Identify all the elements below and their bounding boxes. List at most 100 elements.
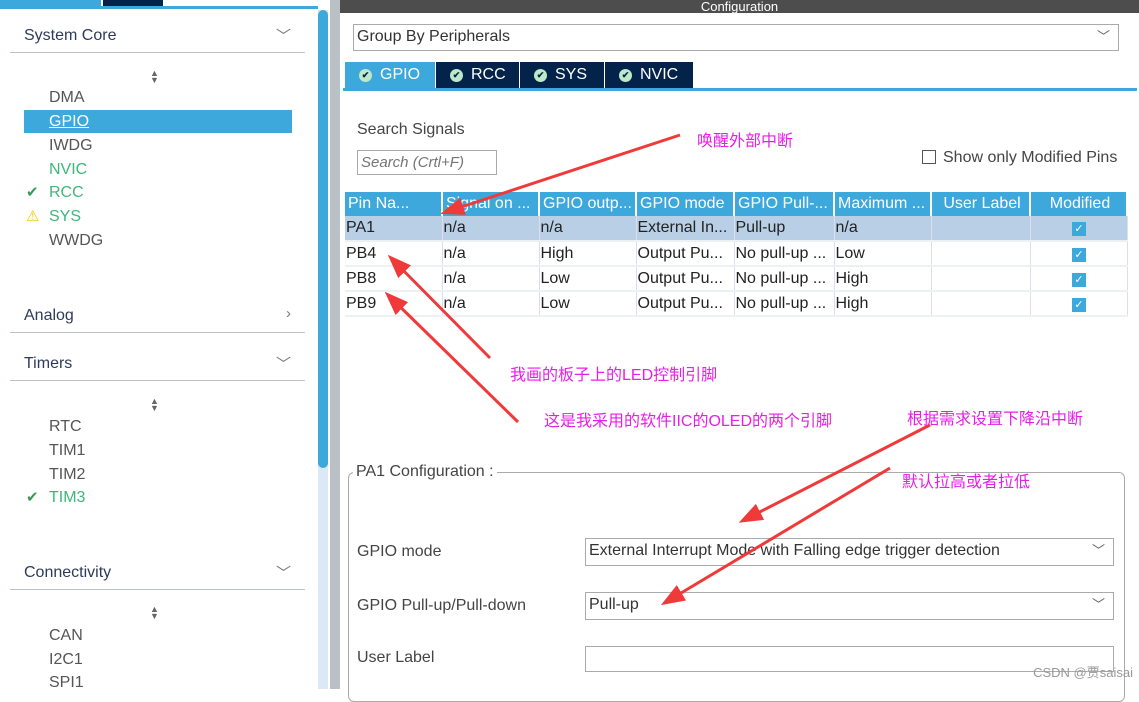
gpio-mode-label: GPIO mode	[357, 543, 442, 560]
show-modified-label: Show only Modified Pins	[943, 149, 1118, 166]
user-label-label: User Label	[357, 649, 435, 666]
chevron-down-icon: ﹀	[1096, 29, 1110, 44]
table-cell	[931, 216, 1031, 242]
chevron-down-icon: ﹀	[1091, 597, 1105, 612]
table-cell: Low	[539, 291, 637, 317]
table-cell: PA1	[345, 216, 443, 242]
check-icon: ✔	[26, 184, 39, 201]
annotation-oled-pins: 这是我采用的软件IIC的OLED的两个引脚	[544, 413, 833, 430]
sidebar-item-spi1[interactable]: SPI1	[24, 671, 292, 694]
sidebar-item-sys[interactable]: ⚠ SYS	[24, 205, 292, 228]
sidebar-item-can[interactable]: CAN	[24, 624, 292, 647]
panel-header-title: Configuration	[700, 0, 779, 14]
sort-icon[interactable]: ▲ ▼	[150, 605, 159, 621]
annotation-falling-edge: 根据需求设置下降沿中断	[907, 411, 1084, 428]
table-cell: ✓	[1030, 216, 1128, 242]
tab-nvic[interactable]: ✔ NVIC	[605, 62, 693, 88]
panel-divider[interactable]	[330, 0, 340, 689]
tab-sys[interactable]: ✔ SYS	[520, 62, 604, 88]
check-circle-icon: ✔	[619, 68, 632, 82]
modified-checkbox[interactable]: ✓	[1072, 247, 1086, 262]
table-cell: Output Pu...	[636, 291, 735, 317]
sidebar-item-nvic[interactable]: NVIC	[24, 158, 292, 181]
sidebar-scrollbar[interactable]	[318, 10, 328, 689]
table-row[interactable]: PB9 n/a Low Output Pu... No pull-up ... High ✓	[345, 291, 1128, 317]
sidebar-item-i2c1[interactable]: I2C1	[24, 648, 292, 671]
column-header[interactable]: GPIO mode	[636, 192, 735, 216]
table-cell: ✓	[1030, 266, 1128, 292]
show-modified-checkbox[interactable]	[922, 150, 936, 164]
check-circle-icon: ✔	[450, 68, 463, 82]
table-cell: n/a	[442, 241, 540, 267]
column-header[interactable]: Maximum ...	[834, 192, 932, 216]
modified-checkbox[interactable]: ✓	[1072, 272, 1086, 287]
sidebar-item-wwdg[interactable]: WWDG	[24, 229, 292, 252]
table-cell: PB8	[345, 266, 443, 292]
search-input[interactable]	[357, 150, 497, 175]
annotation-wakeup: 唤醒外部中断	[697, 133, 794, 150]
sidebar-item-dma[interactable]: DMA	[24, 86, 292, 109]
sidebar-item-rcc[interactable]: ✔ RCC	[24, 181, 292, 204]
sidebar-item-gpio[interactable]: GPIO	[24, 110, 292, 133]
chevron-down-icon: ﹀	[275, 356, 291, 373]
table-cell: High	[834, 291, 932, 317]
tab-gpio[interactable]: ✔ GPIO	[345, 62, 435, 88]
check-icon: ✔	[26, 489, 39, 506]
table-cell: n/a	[442, 266, 540, 292]
table-cell	[931, 266, 1031, 292]
table-cell: Low	[834, 241, 932, 267]
sidebar-item-tim2[interactable]: TIM2	[24, 463, 292, 486]
scrollbar-thumb[interactable]	[318, 10, 328, 468]
table-row[interactable]: PB4 n/a High Output Pu... No pull-up ... Low ✓	[345, 241, 1128, 267]
peripheral-sidebar: System Core ﹀ ▲ ▼ DMA GPIO IWDG NVIC ✔ RCC …	[0, 0, 330, 691]
config-tabs: ✔ GPIO ✔ RCC ✔ SYS ✔ NVIC	[345, 62, 694, 88]
category-connectivity[interactable]: Connectivity ﹀	[10, 564, 305, 590]
table-cell: PB4	[345, 241, 443, 267]
sidebar-item-tim3[interactable]: ✔ TIM3	[24, 486, 292, 509]
column-header[interactable]: Signal on ...	[442, 192, 540, 216]
annotation-led-pins: 我画的板子上的LED控制引脚	[510, 367, 718, 384]
chevron-down-icon: ﹀	[275, 28, 291, 45]
table-cell: High	[834, 266, 932, 292]
modified-checkbox[interactable]: ✓	[1072, 222, 1086, 236]
sort-icon[interactable]: ▲ ▼	[150, 69, 159, 85]
table-cell: No pull-up ...	[734, 266, 835, 292]
table-cell: Output Pu...	[636, 266, 735, 292]
pin-config-title: PA1 Configuration :	[353, 463, 497, 481]
group-by-select[interactable]: Group By Peripherals ﹀	[353, 24, 1119, 51]
table-cell: n/a	[442, 291, 540, 317]
sidebar-item-tim1[interactable]: TIM1	[24, 439, 292, 462]
modified-checkbox[interactable]: ✓	[1072, 297, 1086, 312]
sidebar-item-rtc[interactable]: RTC	[24, 415, 292, 438]
column-header[interactable]: Pin Na...	[345, 192, 443, 216]
gpio-mode-select[interactable]: External Interrupt Mode with Falling edg…	[585, 538, 1114, 566]
table-cell: ✓	[1030, 241, 1128, 267]
column-header[interactable]: GPIO Pull-...	[734, 192, 835, 216]
category-timers[interactable]: Timers ﹀	[10, 355, 305, 381]
sort-icon[interactable]: ▲ ▼	[150, 397, 159, 413]
gpio-pull-select[interactable]: Pull-up ﹀	[585, 592, 1114, 620]
table-row[interactable]: PB8 n/a Low Output Pu... No pull-up ... High ✓	[345, 266, 1128, 292]
table-cell: No pull-up ...	[734, 241, 835, 267]
table-cell: n/a	[442, 216, 540, 242]
tab-rcc[interactable]: ✔ RCC	[436, 62, 519, 88]
tab-underline	[0, 6, 318, 9]
column-header[interactable]: GPIO outp...	[539, 192, 637, 216]
table-cell: ✓	[1030, 291, 1128, 317]
category-system-core[interactable]: System Core ﹀	[10, 27, 305, 53]
check-circle-icon: ✔	[534, 68, 547, 82]
table-cell	[931, 291, 1031, 317]
check-circle-icon: ✔	[359, 68, 372, 82]
column-header[interactable]: Modified	[1030, 192, 1128, 216]
table-cell: n/a	[834, 216, 932, 242]
table-cell: n/a	[539, 216, 637, 242]
sidebar-item-iwdg[interactable]: IWDG	[24, 134, 292, 157]
chevron-right-icon: ›	[286, 305, 291, 322]
table-cell: No pull-up ...	[734, 291, 835, 317]
column-header[interactable]: User Label	[931, 192, 1031, 216]
table-row[interactable]: PA1 n/a n/a External In... Pull-up n/a ✓	[345, 216, 1128, 242]
table-cell: Low	[539, 266, 637, 292]
configuration-panel: Configuration Group By Peripherals ﹀ ✔ GPI…	[340, 0, 1139, 702]
table-cell: Pull-up	[734, 216, 835, 242]
category-analog[interactable]: Analog ›	[10, 305, 305, 333]
